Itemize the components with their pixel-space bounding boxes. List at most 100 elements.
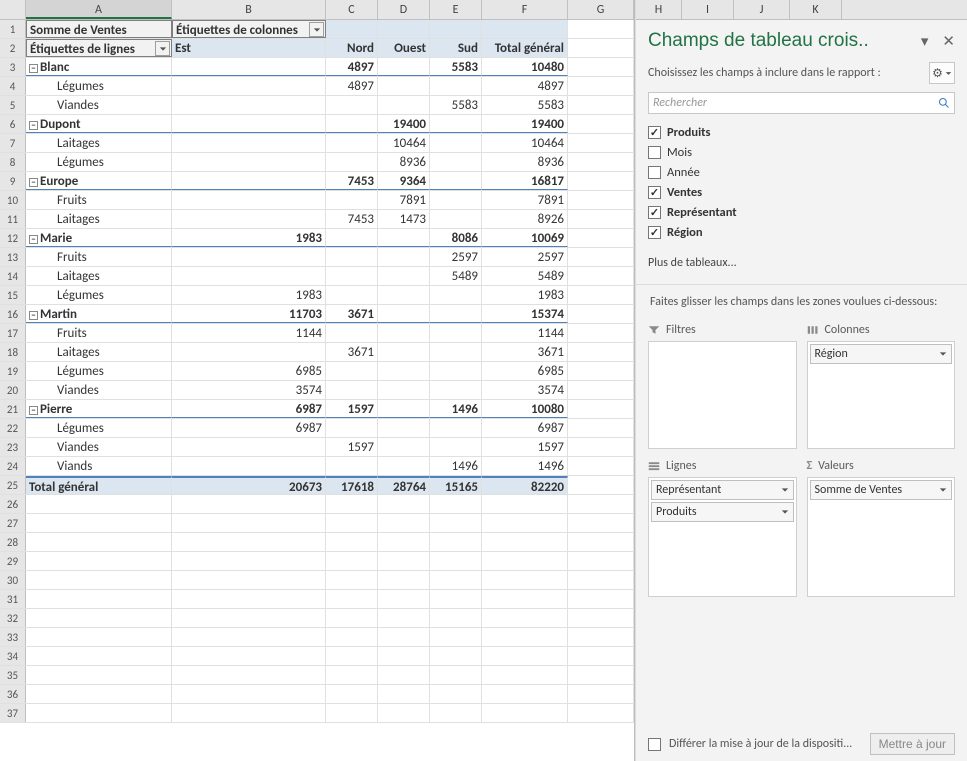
cell[interactable] xyxy=(326,286,378,304)
row-header[interactable]: 34 xyxy=(0,647,26,665)
item-row[interactable]: Viandes xyxy=(26,438,172,456)
cell[interactable] xyxy=(326,134,378,152)
cell[interactable]: 6987 xyxy=(172,419,326,437)
zone-columns[interactable]: Région xyxy=(807,341,956,449)
cell[interactable]: 6987 xyxy=(482,419,568,437)
cell[interactable] xyxy=(26,533,172,551)
cell[interactable] xyxy=(568,552,634,570)
cell[interactable] xyxy=(568,153,634,171)
row-header[interactable]: 6 xyxy=(0,115,26,133)
cell[interactable] xyxy=(568,400,634,418)
cell[interactable] xyxy=(326,229,378,247)
cell[interactable] xyxy=(326,96,378,114)
cell[interactable] xyxy=(172,191,326,209)
cell[interactable] xyxy=(430,134,482,152)
row-header[interactable]: 27 xyxy=(0,514,26,532)
item-row[interactable]: Légumes xyxy=(26,153,172,171)
cell[interactable] xyxy=(430,191,482,209)
group-row[interactable]: −Martin xyxy=(26,305,172,323)
cell[interactable]: 10069 xyxy=(482,229,568,247)
cell[interactable] xyxy=(378,609,430,627)
row-header[interactable]: 18 xyxy=(0,343,26,361)
cell[interactable]: 5583 xyxy=(430,58,482,76)
row-header[interactable]: 19 xyxy=(0,362,26,380)
cell[interactable] xyxy=(26,609,172,627)
cell[interactable] xyxy=(326,324,378,342)
item-row[interactable]: Légumes xyxy=(26,77,172,95)
collapse-icon[interactable]: − xyxy=(29,64,38,73)
cell[interactable] xyxy=(378,685,430,703)
item-row[interactable]: Laitages xyxy=(26,343,172,361)
cell[interactable] xyxy=(378,248,430,266)
cell[interactable]: 4897 xyxy=(326,58,378,76)
cell[interactable] xyxy=(482,685,568,703)
cell[interactable] xyxy=(172,77,326,95)
cell[interactable] xyxy=(568,248,634,266)
defer-update-checkbox[interactable]: Différer la mise à jour de la dispositi.… xyxy=(648,737,852,751)
cell[interactable] xyxy=(378,400,430,418)
cell[interactable]: 10464 xyxy=(378,134,430,152)
group-row[interactable]: −Marie xyxy=(26,229,172,247)
cell[interactable] xyxy=(326,533,378,551)
cell[interactable]: 1496 xyxy=(430,457,482,475)
row-header[interactable]: 17 xyxy=(0,324,26,342)
cell[interactable] xyxy=(26,647,172,665)
item-row[interactable]: Fruits xyxy=(26,324,172,342)
cell[interactable]: 8086 xyxy=(430,229,482,247)
cell[interactable] xyxy=(172,628,326,646)
cell[interactable] xyxy=(172,153,326,171)
cell[interactable] xyxy=(568,96,634,114)
row-header[interactable]: 5 xyxy=(0,96,26,114)
field-item[interactable]: Mois xyxy=(648,142,955,162)
cell[interactable]: 17618 xyxy=(326,476,378,494)
cell[interactable] xyxy=(378,495,430,513)
cell[interactable] xyxy=(430,628,482,646)
cell[interactable] xyxy=(568,115,634,133)
cell[interactable] xyxy=(326,248,378,266)
checkbox-icon[interactable] xyxy=(648,166,661,179)
col-header-E[interactable]: E xyxy=(430,0,482,19)
cell[interactable] xyxy=(482,628,568,646)
row-header[interactable]: 21 xyxy=(0,400,26,418)
cell[interactable] xyxy=(430,305,482,323)
row-header[interactable]: 37 xyxy=(0,704,26,722)
row-header[interactable]: 2 xyxy=(0,39,26,57)
cell[interactable] xyxy=(568,628,634,646)
cell[interactable] xyxy=(172,647,326,665)
col-hdr-sud[interactable]: Sud xyxy=(430,39,482,57)
col-hdr-total[interactable]: Total général xyxy=(482,39,568,57)
cell[interactable] xyxy=(378,419,430,437)
cell[interactable] xyxy=(430,666,482,684)
cell[interactable]: 10080 xyxy=(482,400,568,418)
cell[interactable]: 9364 xyxy=(378,172,430,190)
cell[interactable] xyxy=(378,96,430,114)
cell[interactable]: 1144 xyxy=(172,324,326,342)
cell[interactable] xyxy=(568,305,634,323)
item-row[interactable]: Légumes xyxy=(26,286,172,304)
cell[interactable] xyxy=(326,495,378,513)
cell[interactable] xyxy=(482,666,568,684)
collapse-icon[interactable]: − xyxy=(29,406,38,415)
cell[interactable] xyxy=(26,571,172,589)
collapse-icon[interactable]: − xyxy=(29,178,38,187)
row-header[interactable]: 9 xyxy=(0,172,26,190)
cell[interactable] xyxy=(378,305,430,323)
cell[interactable] xyxy=(378,704,430,722)
cell[interactable]: 1496 xyxy=(482,457,568,475)
col-header-B[interactable]: B xyxy=(172,0,326,19)
row-header[interactable]: 30 xyxy=(0,571,26,589)
cell[interactable] xyxy=(430,153,482,171)
cell[interactable] xyxy=(430,381,482,399)
cell[interactable] xyxy=(568,438,634,456)
cell[interactable]: 19400 xyxy=(378,115,430,133)
row-header[interactable]: 36 xyxy=(0,685,26,703)
cell[interactable]: 5583 xyxy=(482,96,568,114)
cell[interactable] xyxy=(172,115,326,133)
gear-button[interactable]: ⚙ xyxy=(929,62,955,84)
item-row[interactable]: Viandes xyxy=(26,96,172,114)
row-header[interactable]: 25 xyxy=(0,476,26,494)
cell[interactable] xyxy=(430,172,482,190)
cell[interactable] xyxy=(172,457,326,475)
cell[interactable] xyxy=(568,685,634,703)
cell[interactable] xyxy=(378,267,430,285)
